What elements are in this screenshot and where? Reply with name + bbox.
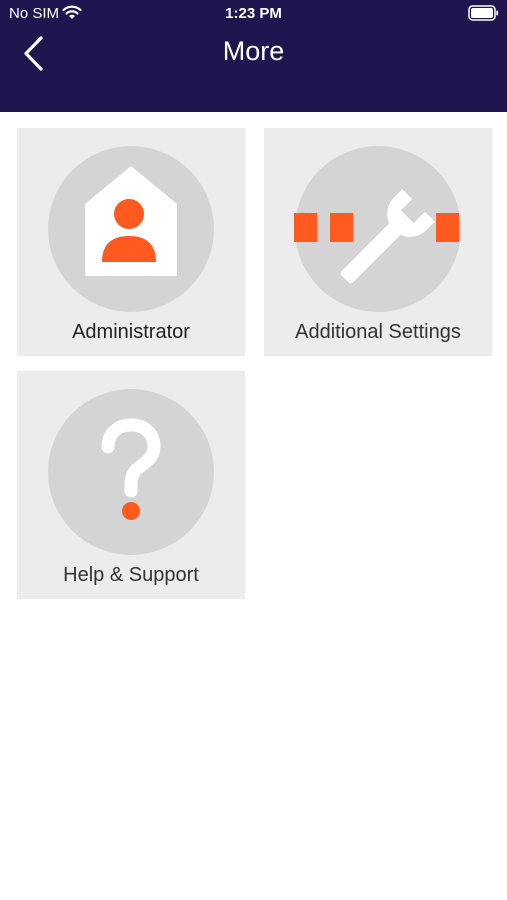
page-title: More xyxy=(222,36,285,66)
battery-icon xyxy=(468,5,499,21)
settings-icon-circle xyxy=(294,146,461,312)
app-header: No SIM 1:23 PM More xyxy=(0,0,507,112)
administrator-tile[interactable]: Administrator xyxy=(17,128,245,356)
additional-settings-tile[interactable]: Additional Settings xyxy=(264,128,492,356)
help-icon-circle xyxy=(48,389,214,555)
status-time: 1:23 PM xyxy=(225,5,282,22)
status-bar: No SIM 1:23 PM xyxy=(0,0,507,28)
question-mark-icon xyxy=(101,418,161,520)
additional-settings-label: Additional Settings xyxy=(295,321,461,343)
administrator-icon-circle xyxy=(48,146,214,312)
help-support-tile[interactable]: Help & Support xyxy=(17,371,245,599)
help-support-label: Help & Support xyxy=(63,564,199,586)
admin-house-icon xyxy=(85,166,177,276)
wrench-settings-icon xyxy=(294,189,459,284)
administrator-label: Administrator xyxy=(72,321,190,343)
